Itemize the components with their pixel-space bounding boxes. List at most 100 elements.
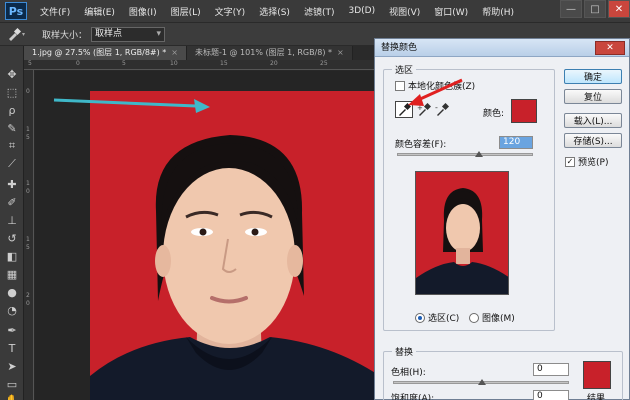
close-window-button[interactable]: ✕ — [608, 0, 630, 18]
ruler-label: 15 — [220, 60, 228, 67]
eyedropper-icon — [399, 102, 411, 116]
fuzziness-slider-thumb[interactable] — [474, 151, 483, 157]
ruler-label: 1 — [26, 236, 30, 243]
horizontal-ruler: 5 0 5 10 15 20 25 — [24, 60, 374, 70]
healing-icon[interactable]: ✚ — [4, 176, 20, 192]
menu-file[interactable]: 文件(F) — [33, 5, 77, 18]
fuzziness-input[interactable]: 120 — [499, 136, 533, 149]
ok-button[interactable]: 确定 — [564, 69, 622, 84]
preview-thumbnail — [416, 188, 508, 294]
menu-layer[interactable]: 图层(L) — [164, 5, 208, 18]
crop-icon[interactable]: ⌗ — [4, 138, 20, 154]
load-button[interactable]: 载入(L)... — [564, 113, 622, 128]
gradient-icon[interactable]: ▦ — [4, 266, 20, 282]
eyedropper-tool-button[interactable] — [395, 101, 413, 118]
tab-document-2[interactable]: 未标题-1 @ 101% (图层 1, RGB/8) * × — [187, 46, 353, 60]
dodge-icon[interactable]: ◔ — [4, 302, 20, 318]
tab-document-1[interactable]: 1.jpg @ 27.5% (图层 1, RGB/8#) * × — [24, 46, 187, 60]
eraser-icon[interactable]: ◧ — [4, 248, 20, 264]
ruler-label: 1 — [26, 180, 30, 187]
preview-checkbox[interactable]: ✓ — [565, 156, 575, 167]
replace-group-label: 替换 — [392, 345, 417, 358]
radio-selection-option[interactable]: 选区(C) — [415, 311, 459, 324]
eyedropper-plus-icon: + — [417, 102, 431, 116]
lasso-icon[interactable]: ρ — [4, 102, 20, 118]
sample-size-label: 取样大小： — [42, 30, 88, 41]
path-select-icon[interactable]: ➤ — [4, 358, 20, 374]
close-tab-icon[interactable]: × — [171, 48, 178, 57]
radio-selection[interactable] — [415, 312, 425, 323]
dialog-title-bar[interactable]: 替换颜色 ✕ — [375, 39, 629, 57]
ruler-label: 5 — [26, 244, 30, 251]
quick-select-icon[interactable]: ✎ — [4, 120, 20, 136]
menu-3d[interactable]: 3D(D) — [341, 6, 382, 16]
result-label: 结果 — [587, 394, 606, 400]
replace-color-dialog: 替换颜色 ✕ 选区 本地化颜色簇(Z) + - 颜色: 颜色容差(F): 120… — [374, 38, 630, 400]
ruler-label: 0 — [76, 60, 80, 67]
ruler-label: 10 — [170, 60, 178, 67]
selection-preview — [415, 171, 509, 295]
stamp-icon[interactable]: ⊥ — [4, 212, 20, 228]
tab-label: 未标题-1 @ 101% (图层 1, RGB/8) * — [195, 48, 333, 57]
brush-icon[interactable]: ✐ — [4, 194, 20, 210]
menu-view[interactable]: 视图(V) — [382, 5, 427, 18]
radio-image-label: 图像(M) — [482, 314, 515, 324]
ruler-label: 0 — [26, 188, 30, 195]
preview-label: 预览(P) — [578, 158, 609, 168]
ruler-label: 1 — [26, 126, 30, 133]
localized-clusters-option[interactable]: 本地化颜色簇(Z) — [395, 79, 475, 92]
move-icon[interactable]: ✥ — [4, 66, 20, 82]
dialog-close-button[interactable]: ✕ — [595, 41, 625, 55]
eyedropper-icon[interactable]: ⟋ — [4, 156, 20, 172]
localized-clusters-label: 本地化颜色簇(Z) — [408, 82, 476, 92]
hand-icon[interactable]: ✋ — [4, 392, 20, 400]
ruler-label: 5 — [122, 60, 126, 67]
type-icon[interactable]: T — [4, 340, 20, 356]
marquee-icon[interactable]: ⬚ — [4, 84, 20, 100]
hue-label: 色相(H): — [391, 368, 426, 378]
dialog-title: 替换颜色 — [381, 43, 418, 53]
history-brush-icon[interactable]: ↺ — [4, 230, 20, 246]
close-tab-icon[interactable]: × — [337, 48, 344, 57]
sample-size-select[interactable]: 取样点 — [91, 26, 166, 42]
ruler-label: 20 — [270, 60, 278, 67]
eyedropper-minus-icon: - — [435, 102, 449, 116]
menu-select[interactable]: 选择(S) — [252, 5, 297, 18]
menu-bar: Ps 文件(F) 编辑(E) 图像(I) 图层(L) 文字(Y) 选择(S) 滤… — [0, 0, 630, 22]
localized-clusters-checkbox[interactable] — [395, 80, 405, 91]
fuzziness-slider[interactable] — [397, 153, 533, 156]
ruler-label: 2 — [26, 292, 30, 299]
tool-preset-picker[interactable] — [6, 26, 32, 42]
menu-type[interactable]: 文字(Y) — [208, 5, 253, 18]
shape-icon[interactable]: ▭ — [4, 376, 20, 392]
menu-image[interactable]: 图像(I) — [122, 5, 164, 18]
preview-option[interactable]: ✓ 预览(P) — [565, 155, 608, 168]
menu-help[interactable]: 帮助(H) — [475, 5, 521, 18]
maximize-button[interactable]: □ — [584, 0, 606, 18]
result-color-swatch[interactable] — [583, 361, 611, 389]
radio-image[interactable] — [469, 312, 479, 323]
selection-color-swatch[interactable] — [511, 99, 537, 123]
svg-text:+: + — [417, 104, 423, 112]
minimize-button[interactable]: — — [560, 0, 582, 18]
ruler-label: 5 — [28, 60, 32, 67]
radio-image-option[interactable]: 图像(M) — [469, 311, 515, 324]
vertical-ruler: 0 1 5 1 0 1 5 2 0 — [24, 70, 34, 400]
menu-window[interactable]: 窗口(W) — [427, 5, 475, 18]
ruler-label: 25 — [320, 60, 328, 67]
blur-icon[interactable]: ● — [4, 284, 20, 300]
portrait-photo[interactable] — [90, 91, 380, 400]
ruler-label: 0 — [26, 300, 30, 307]
menu-edit[interactable]: 编辑(E) — [77, 5, 122, 18]
saturation-input[interactable]: 0 — [533, 390, 569, 400]
add-to-sample-button[interactable]: + — [415, 101, 433, 118]
save-button[interactable]: 存储(S)... — [564, 133, 622, 148]
subtract-from-sample-button[interactable]: - — [433, 101, 451, 118]
hue-input[interactable]: 0 — [533, 363, 569, 376]
tools-panel: ✥ ⬚ ρ ✎ ⌗ ⟋ ✚ ✐ ⊥ ↺ ◧ ▦ ● ◔ ✒ T ➤ ▭ ✋ — [0, 46, 24, 400]
pen-icon[interactable]: ✒ — [4, 322, 20, 338]
saturation-label: 饱和度(A): — [391, 394, 435, 400]
reset-button[interactable]: 复位 — [564, 89, 622, 104]
menu-filter[interactable]: 滤镜(T) — [297, 5, 342, 18]
hue-slider-thumb[interactable] — [478, 379, 486, 385]
